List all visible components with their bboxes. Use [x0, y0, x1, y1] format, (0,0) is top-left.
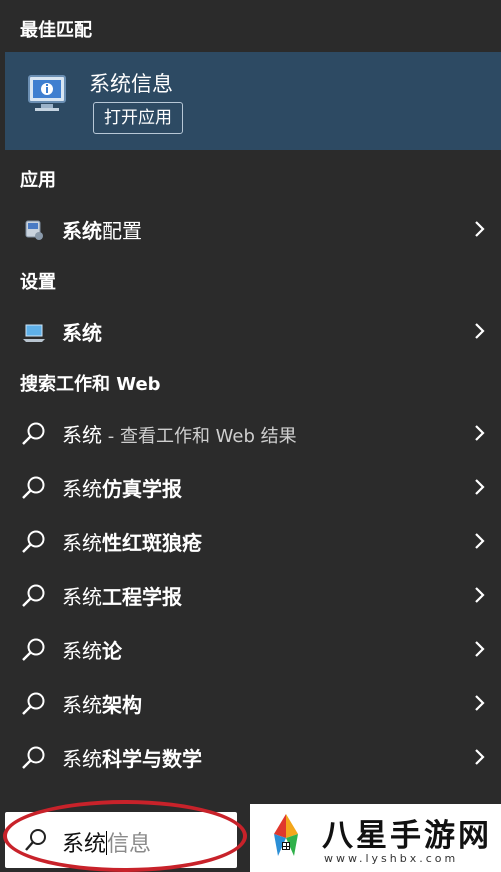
chevron-right-icon [475, 587, 485, 603]
web-result[interactable]: 系统仿真学报 [5, 461, 501, 513]
search-query: 系统信息 [62, 831, 152, 857]
web-result-label: 系统架构 [62, 693, 142, 717]
chevron-right-icon [475, 425, 485, 441]
web-result[interactable]: 系统工程学报 [5, 569, 501, 621]
web-result-label: 系统论 [62, 639, 122, 663]
chevron-right-icon [475, 533, 485, 549]
best-match-header: 最佳匹配 [20, 20, 92, 41]
search-icon [22, 584, 45, 607]
settings-result-system[interactable]: 系统 [5, 305, 501, 357]
web-result[interactable]: 系统架构 [5, 677, 501, 729]
system-info-icon [28, 75, 66, 111]
search-icon [22, 530, 45, 553]
search-results-panel: 最佳匹配 系统信息 打开应用 应用 系统配置 设置 系统 搜索工作和 Web 系… [0, 0, 501, 872]
chevron-right-icon [475, 749, 485, 765]
web-result-label: 系统工程学报 [62, 585, 182, 609]
search-icon [22, 746, 45, 769]
web-result[interactable]: 系统性红斑狼疮 [5, 515, 501, 567]
open-app-button[interactable]: 打开应用 [93, 102, 183, 134]
search-icon [22, 692, 45, 715]
system-config-icon [25, 220, 43, 240]
web-result[interactable]: 系统论 [5, 623, 501, 675]
chevron-right-icon [475, 479, 485, 495]
chevron-right-icon [475, 221, 485, 237]
best-match-result[interactable]: 系统信息 打开应用 [5, 52, 501, 150]
settings-result-label: 系统 [62, 321, 102, 345]
chevron-right-icon [475, 641, 485, 657]
web-result-label: 系统仿真学报 [62, 477, 182, 501]
search-icon [22, 638, 45, 661]
laptop-settings-icon [23, 324, 45, 342]
chevron-right-icon [475, 695, 485, 711]
app-result-label: 系统配置 [62, 219, 142, 243]
web-result-label: 系统科学与数学 [62, 747, 202, 771]
apps-header: 应用 [20, 170, 56, 191]
search-input[interactable]: 系统信息 [5, 812, 237, 868]
watermark: 八星手游网 www.lyshbx.com [250, 804, 501, 872]
settings-header: 设置 [20, 272, 56, 293]
watermark-url: www.lyshbx.com [324, 852, 459, 865]
app-result-system-config[interactable]: 系统配置 [5, 203, 501, 255]
search-icon [22, 422, 45, 445]
web-result[interactable]: 系统 - 查看工作和 Web 结果 [5, 407, 501, 459]
watermark-title: 八星手游网 [322, 818, 492, 854]
web-search-header: 搜索工作和 Web [20, 374, 161, 395]
web-result[interactable]: 系统科学与数学 [5, 731, 501, 783]
search-icon [22, 476, 45, 499]
site-logo-icon [274, 814, 298, 856]
web-result-label: 系统 - 查看工作和 Web 结果 [62, 423, 297, 447]
web-result-label: 系统性红斑狼疮 [62, 531, 202, 555]
search-icon [25, 829, 46, 851]
chevron-right-icon [475, 323, 485, 339]
best-match-title: 系统信息 [89, 72, 173, 96]
